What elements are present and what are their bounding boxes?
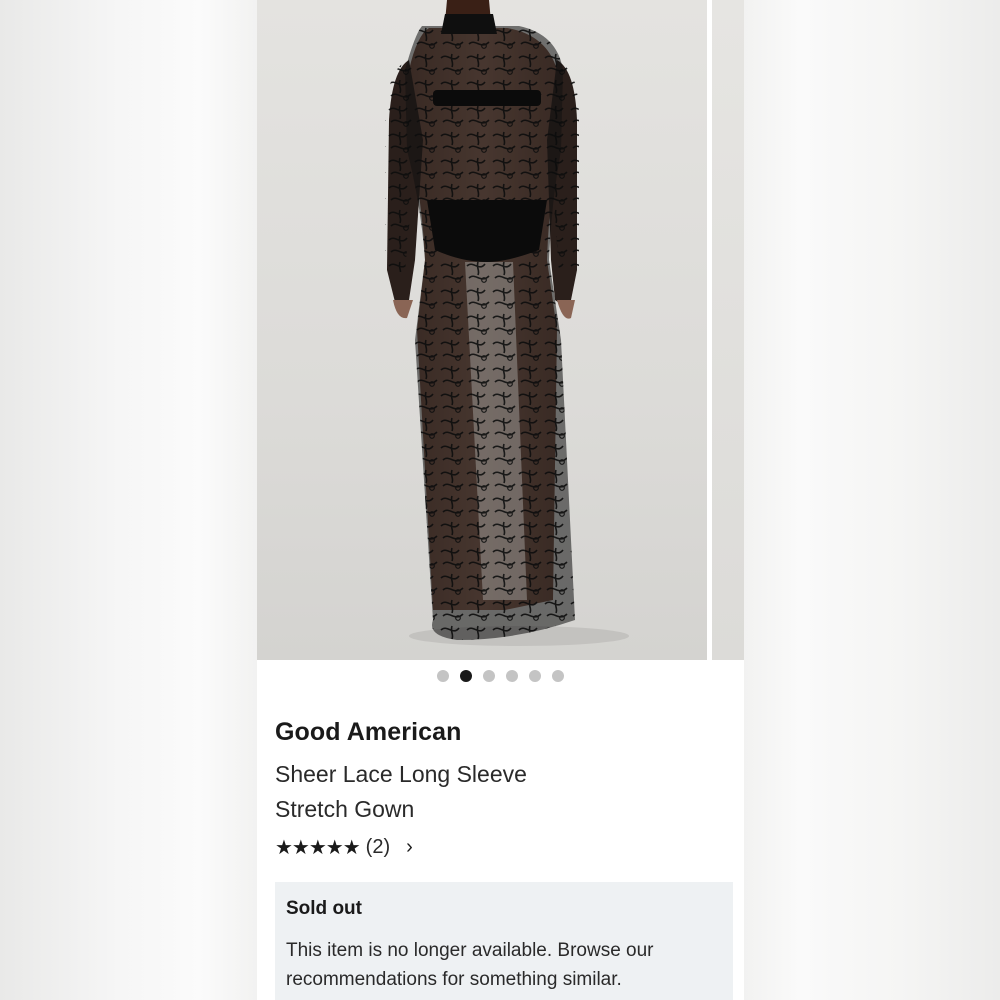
next-product-image-peek[interactable]	[712, 0, 744, 660]
product-brand[interactable]: Good American	[275, 718, 462, 747]
star-rating-icon: ★★★★★	[275, 836, 361, 859]
carousel-dot-4[interactable]	[506, 670, 518, 682]
carousel-dot-2-active[interactable]	[460, 670, 472, 682]
sold-out-notice: Sold out This item is no longer availabl…	[275, 882, 733, 1000]
carousel-dot-1[interactable]	[437, 670, 449, 682]
gown-photo	[385, 0, 629, 646]
rating-reviews-link[interactable]: ★★★★★ (2) ›	[275, 834, 413, 860]
carousel-pagination	[257, 670, 744, 684]
carousel-dot-3[interactable]	[483, 670, 495, 682]
product-title: Sheer Lace Long Sleeve Stretch Gown	[275, 761, 527, 822]
carousel-dot-6[interactable]	[552, 670, 564, 682]
review-count: (2)	[365, 835, 391, 858]
image-carousel[interactable]	[257, 0, 744, 660]
chevron-right-icon: ›	[406, 835, 413, 858]
sold-out-message: This item is no longer available. Browse…	[286, 940, 654, 990]
product-image[interactable]	[257, 0, 707, 660]
product-page: Good American Sheer Lace Long Sleeve Str…	[257, 0, 744, 1000]
carousel-dot-5[interactable]	[529, 670, 541, 682]
sold-out-heading: Sold out	[286, 898, 362, 919]
